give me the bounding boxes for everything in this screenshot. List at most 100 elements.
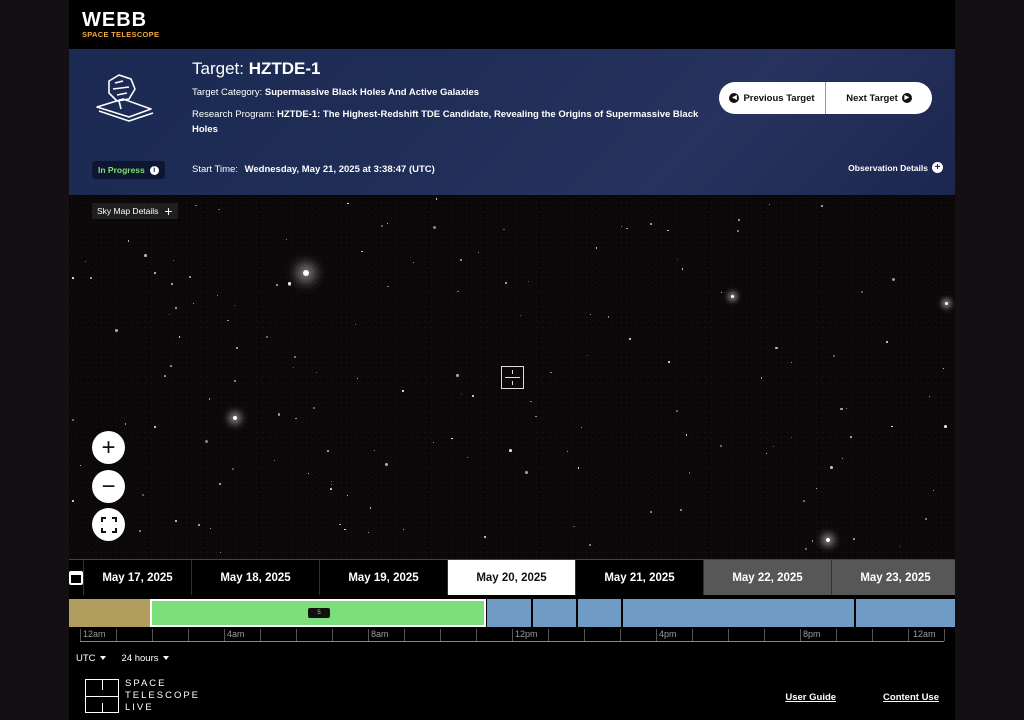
star	[219, 483, 222, 485]
timeline-segment-planned[interactable]	[578, 599, 621, 627]
star	[178, 336, 181, 338]
target-category-value: Supermassive Black Holes And Active Gala…	[264, 87, 480, 98]
date-tab-future[interactable]: May 22, 2025	[704, 560, 832, 595]
star	[293, 356, 296, 358]
star	[891, 277, 895, 281]
time-tick	[728, 629, 729, 641]
range-dropdown[interactable]: 24 hours	[122, 653, 169, 664]
target-header: Target: HZTDE-1 Target Category: Superma…	[69, 49, 955, 195]
star	[508, 449, 512, 453]
star	[175, 520, 177, 522]
zoom-out-button[interactable]: −	[92, 470, 125, 503]
bright-star	[731, 295, 734, 298]
star	[650, 511, 652, 513]
time-tick	[764, 629, 765, 641]
star	[219, 551, 221, 554]
timezone-dropdown[interactable]: UTC	[76, 653, 106, 664]
star	[233, 305, 235, 307]
date-tab[interactable]: May 21, 2025	[576, 560, 704, 595]
time-label: 4pm	[659, 629, 677, 639]
time-tick	[548, 629, 549, 641]
status-badge[interactable]: In Progress i	[92, 161, 165, 179]
content-use-link[interactable]: Content Use	[883, 692, 939, 703]
bright-star	[233, 416, 237, 420]
info-icon[interactable]: i	[149, 165, 159, 175]
fullscreen-button[interactable]	[92, 508, 125, 541]
space-telescope-live-logo[interactable]: SPACE TELESCOPE LIVE	[85, 678, 200, 714]
timeline-controls: UTC 24 hours	[76, 653, 169, 664]
top-bar: WEBB SPACE TELESCOPE	[69, 0, 955, 49]
sky-map-details-button[interactable]: Sky Map Details +	[92, 203, 178, 219]
star	[459, 258, 462, 261]
star	[171, 283, 173, 285]
time-tick	[908, 629, 909, 641]
time-label: 12am	[83, 629, 106, 639]
star	[589, 544, 591, 546]
plus-icon: +	[101, 433, 116, 461]
time-axis: 12am 4am 8am 12pm 4pm 8pm 12am	[80, 628, 945, 642]
time-tick	[476, 629, 477, 641]
previous-target-label: Previous Target	[743, 92, 815, 104]
research-program-label: Research Program:	[192, 109, 275, 120]
logo-text: SPACE TELESCOPE LIVE	[125, 678, 200, 714]
star	[774, 346, 778, 350]
star	[688, 472, 690, 474]
timeline-segment-active[interactable]: 5	[150, 599, 486, 627]
timeline-segment-planned[interactable]	[623, 599, 854, 627]
star	[738, 219, 740, 221]
star	[71, 499, 74, 502]
fullscreen-icon	[100, 516, 117, 533]
webb-logo[interactable]: WEBB	[82, 10, 147, 30]
time-label: 8pm	[803, 629, 821, 639]
target-title: Target: HZTDE-1	[192, 59, 321, 79]
star	[361, 250, 363, 253]
arrow-right-icon: ▶	[901, 93, 912, 103]
time-tick	[152, 629, 153, 641]
time-tick	[332, 629, 333, 641]
date-tab[interactable]: May 19, 2025	[320, 560, 448, 595]
timeline-segment-planned[interactable]	[487, 599, 531, 627]
calendar-button[interactable]	[69, 560, 84, 595]
time-tick	[836, 629, 837, 641]
date-tab-future[interactable]: May 23, 2025	[832, 560, 955, 595]
time-label: 8am	[371, 629, 389, 639]
star	[266, 336, 268, 338]
sky-map[interactable]: Sky Map Details + + −	[69, 195, 955, 559]
observation-details-label: Observation Details	[848, 162, 928, 173]
plus-icon: +	[164, 203, 173, 219]
logo-line: TELESCOPE	[125, 690, 201, 701]
star	[72, 419, 74, 421]
star	[124, 423, 127, 425]
user-guide-link[interactable]: User Guide	[785, 692, 836, 703]
time-tick	[188, 629, 189, 641]
date-tab[interactable]: May 18, 2025	[192, 560, 320, 595]
target-nav: ◀ Previous Target Next Target ▶	[719, 82, 932, 114]
timeline-segment-planned[interactable]	[856, 599, 955, 627]
timezone-value: UTC	[76, 653, 96, 664]
start-time-value: Wednesday, May 21, 2025 at 3:38:47 (UTC)	[244, 164, 435, 175]
star	[89, 277, 92, 280]
timeline-segment-completed[interactable]	[69, 599, 150, 627]
target-category-label: Target Category:	[192, 87, 263, 98]
observation-details-button[interactable]: Observation Details +	[848, 162, 943, 173]
previous-target-button[interactable]: ◀ Previous Target	[719, 82, 825, 114]
star	[803, 500, 805, 502]
caret-down-icon	[99, 656, 106, 661]
target-reticle	[501, 366, 524, 389]
timeline-segment-planned[interactable]	[533, 599, 576, 627]
star	[504, 282, 507, 284]
star	[384, 462, 388, 466]
star	[369, 507, 372, 509]
next-target-button[interactable]: Next Target ▶	[825, 82, 932, 114]
target-name: HZTDE-1	[248, 59, 321, 78]
caret-down-icon	[162, 656, 169, 661]
research-program: Research Program: HZTDE-1: The Highest-R…	[192, 107, 702, 137]
time-tick	[440, 629, 441, 641]
date-tab[interactable]: May 17, 2025	[84, 560, 192, 595]
zoom-in-button[interactable]: +	[92, 431, 125, 464]
star	[478, 251, 480, 253]
date-tab-active[interactable]: May 20, 2025	[448, 560, 576, 595]
star	[195, 204, 197, 207]
target-category: Target Category: Supermassive Black Hole…	[192, 85, 479, 100]
range-value: 24 hours	[121, 653, 159, 664]
